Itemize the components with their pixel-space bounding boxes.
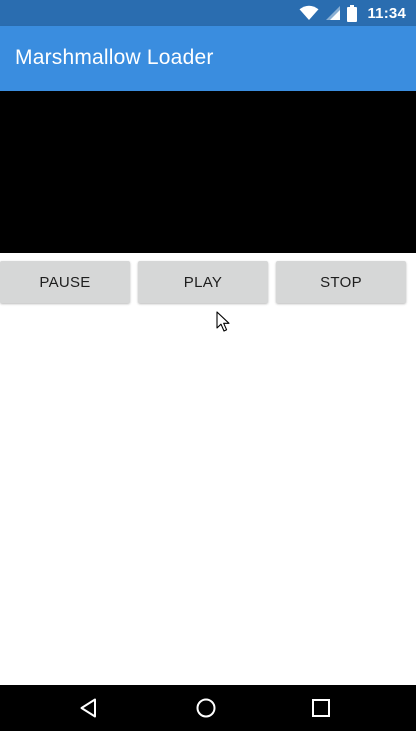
play-button[interactable]: PLAY — [138, 261, 268, 303]
mouse-cursor-icon — [216, 311, 230, 333]
recents-button[interactable] — [291, 685, 351, 731]
home-button[interactable] — [176, 685, 236, 731]
stop-button[interactable]: STOP — [276, 261, 406, 303]
battery-icon — [347, 4, 358, 22]
app-screen: 11:34 Marshmallow Loader PAUSE PLAY STOP — [0, 0, 416, 731]
recents-icon — [312, 699, 330, 717]
playback-controls: PAUSE PLAY STOP — [0, 261, 416, 303]
clock: 11:34 — [367, 4, 406, 22]
video-view[interactable] — [0, 91, 416, 253]
back-icon — [80, 698, 96, 718]
home-icon — [196, 698, 216, 718]
app-bar: Marshmallow Loader — [0, 26, 416, 91]
back-button[interactable] — [59, 685, 119, 731]
navigation-bar — [0, 685, 416, 731]
wifi-icon — [299, 5, 319, 21]
status-bar: 11:34 — [0, 0, 416, 26]
signal-icon — [325, 5, 341, 21]
app-title: Marshmallow Loader — [15, 46, 214, 69]
pause-button[interactable]: PAUSE — [0, 261, 130, 303]
status-icons: 11:34 — [299, 0, 406, 26]
